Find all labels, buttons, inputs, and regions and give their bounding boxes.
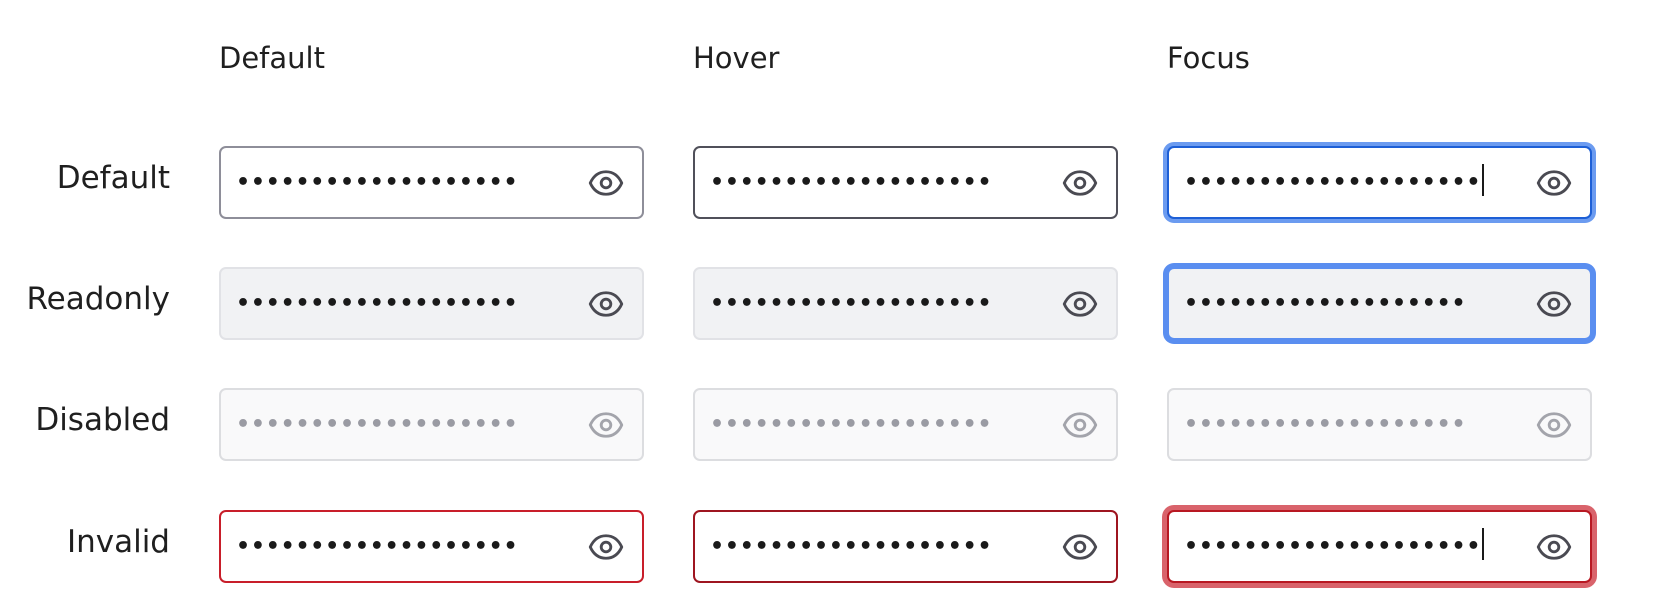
password-field-disabled-focus: •••••••••••••••••••: [1167, 388, 1592, 461]
password-field-readonly-hover[interactable]: •••••••••••••••••••: [693, 267, 1118, 340]
eye-icon[interactable]: [1062, 286, 1098, 322]
password-value: •••••••••••••••••••: [710, 169, 993, 195]
password-value: ••••••••••••••••••••: [1184, 169, 1482, 195]
row-label-invalid: Invalid: [66, 524, 170, 560]
password-field-disabled-default: •••••••••••••••••••: [219, 388, 644, 461]
password-value: •••••••••••••••••••: [236, 533, 519, 559]
eye-icon: [1536, 407, 1572, 443]
eye-icon[interactable]: [1536, 529, 1572, 565]
password-value: •••••••••••••••••••: [236, 411, 519, 437]
password-value: ••••••••••••••••••••: [1184, 533, 1482, 559]
password-field-disabled-hover: •••••••••••••••••••: [693, 388, 1118, 461]
eye-icon[interactable]: [1536, 286, 1572, 322]
password-value: •••••••••••••••••••: [236, 290, 519, 316]
eye-icon[interactable]: [1062, 165, 1098, 201]
eye-icon: [588, 407, 624, 443]
eye-icon[interactable]: [1536, 165, 1572, 201]
text-caret: [1482, 163, 1485, 196]
password-field-state-matrix: Default Hover Focus Default Readonly Dis…: [0, 0, 1672, 601]
eye-icon[interactable]: [588, 286, 624, 322]
password-field-readonly-default[interactable]: •••••••••••••••••••: [219, 267, 644, 340]
row-label-readonly: Readonly: [26, 281, 170, 317]
password-field-default-hover[interactable]: •••••••••••••••••••: [693, 146, 1118, 219]
password-value: •••••••••••••••••••: [710, 533, 993, 559]
password-field-default-focus[interactable]: ••••••••••••••••••••: [1167, 146, 1592, 219]
password-field-invalid-focus[interactable]: ••••••••••••••••••••: [1167, 510, 1592, 583]
eye-icon: [1062, 407, 1098, 443]
eye-icon[interactable]: [588, 529, 624, 565]
password-value-with-caret: ••••••••••••••••••••: [1184, 163, 1485, 199]
password-value-with-caret: ••••••••••••••••••••: [1184, 527, 1485, 563]
password-field-invalid-hover[interactable]: •••••••••••••••••••: [693, 510, 1118, 583]
password-field-invalid-default[interactable]: •••••••••••••••••••: [219, 510, 644, 583]
eye-icon[interactable]: [1062, 529, 1098, 565]
password-value: •••••••••••••••••••: [1184, 411, 1467, 437]
column-header-focus: Focus: [1167, 41, 1250, 75]
row-label-disabled: Disabled: [35, 402, 170, 438]
text-caret: [1482, 527, 1485, 560]
password-value: •••••••••••••••••••: [1184, 290, 1467, 316]
password-value: •••••••••••••••••••: [236, 169, 519, 195]
column-header-default: Default: [219, 41, 325, 75]
password-field-default-default[interactable]: •••••••••••••••••••: [219, 146, 644, 219]
column-header-hover: Hover: [693, 41, 780, 75]
password-value: •••••••••••••••••••: [710, 290, 993, 316]
eye-icon[interactable]: [588, 165, 624, 201]
row-label-default: Default: [56, 160, 170, 196]
password-field-readonly-focus[interactable]: •••••••••••••••••••: [1167, 267, 1592, 340]
password-value: •••••••••••••••••••: [710, 411, 993, 437]
